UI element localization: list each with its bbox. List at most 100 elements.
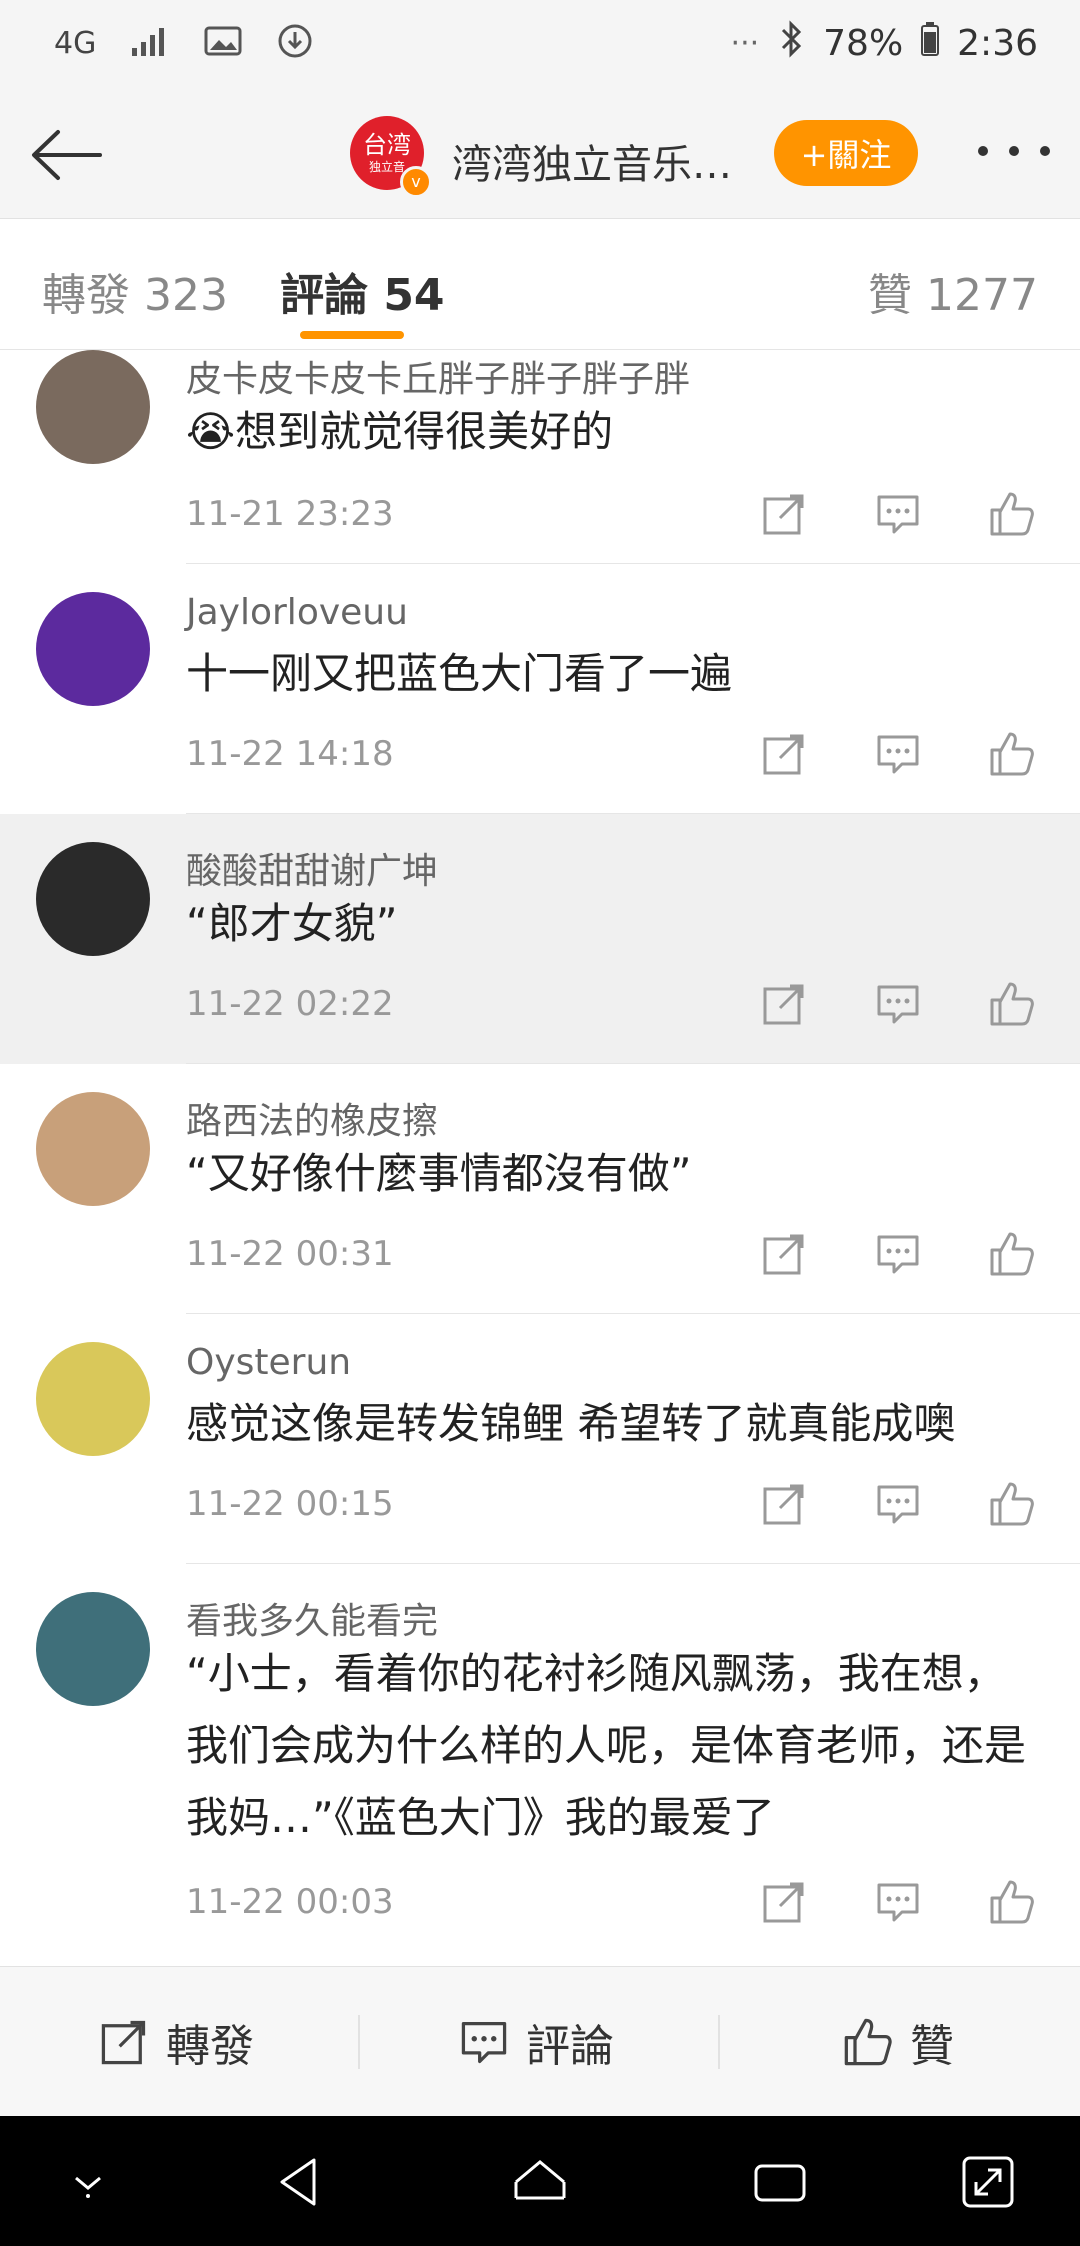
battery-level: 78% (823, 23, 904, 64)
like-icon (844, 2018, 892, 2066)
tab-likes[interactable]: 贊 1277 (868, 259, 1038, 323)
comment-author[interactable]: 皮卡皮卡皮卡丘胖子胖子胖子胖 (186, 350, 690, 402)
comment-item[interactable]: 酸酸甜甜谢广坤 “郎才女貌” 11-22 02:22 (0, 814, 1080, 1064)
share-icon[interactable] (760, 1230, 808, 1278)
chevron-down-icon[interactable] (58, 2152, 118, 2212)
comment-author[interactable]: 酸酸甜甜谢广坤 (186, 842, 438, 894)
repost-button[interactable]: 轉發 (98, 1967, 254, 2117)
more-dot-icon (1009, 146, 1019, 156)
avatar[interactable] (36, 1342, 150, 1456)
comment-item[interactable]: Oysterun 感觉这像是转发锦鲤 希望转了就真能成噢 11-22 00:15 (0, 1314, 1080, 1564)
status-bar: 4G ··· 78% 2:36 (0, 0, 1080, 92)
like-button[interactable]: 贊 (842, 1967, 954, 2117)
avatar[interactable] (36, 1592, 150, 1706)
tab-reposts[interactable]: 轉發 323 (42, 259, 228, 323)
tab-comments[interactable]: 評論 54 (280, 259, 445, 323)
comment-actions (760, 490, 1050, 538)
comment-actions (760, 730, 1050, 778)
comment-actions (760, 980, 1050, 1028)
avatar-subtext: 独立音 (368, 160, 405, 174)
like-icon[interactable] (988, 1230, 1036, 1278)
download-icon (276, 22, 314, 64)
avatar[interactable] (36, 350, 150, 464)
more-dot-icon (978, 146, 988, 156)
comment-icon[interactable] (874, 980, 922, 1028)
like-icon[interactable] (988, 1878, 1036, 1926)
clock: 2:36 (957, 23, 1038, 64)
account-name[interactable]: 湾湾独立音乐… (452, 132, 732, 190)
comment-text: 😭想到就觉得很美好的 (186, 407, 614, 456)
comment-label: 評論 (526, 2021, 614, 2072)
top-nav: 台湾 独立音 v 湾湾独立音乐… +關注 (0, 92, 1080, 219)
image-icon (204, 25, 242, 61)
comment-icon[interactable] (874, 1230, 922, 1278)
comment-time: 11-22 00:03 (186, 1882, 394, 1922)
back-triangle-icon[interactable] (270, 2152, 330, 2212)
comment-author[interactable]: Oysterun (186, 1342, 351, 1383)
status-icons-left: 4G (54, 22, 314, 64)
follow-button[interactable]: +關注 (774, 120, 918, 186)
recents-icon[interactable] (750, 2152, 810, 2212)
bottom-action-bar: 轉發 評論 贊 (0, 1966, 1080, 2117)
bluetooth-icon (777, 20, 805, 67)
repost-label: 轉發 (166, 2021, 254, 2072)
comment-item[interactable]: Jaylorloveuu 十一刚又把蓝色大门看了一遍 11-22 14:18 (0, 564, 1080, 814)
comment-icon (461, 2021, 507, 2064)
comment-list[interactable]: 皮卡皮卡皮卡丘胖子胖子胖子胖 😭想到就觉得很美好的 11-21 23:23 Ja… (0, 350, 1080, 1960)
comment-actions (760, 1480, 1050, 1528)
share-icon[interactable] (760, 1480, 808, 1528)
comment-actions (760, 1878, 1050, 1926)
like-icon[interactable] (988, 1480, 1036, 1528)
more-options-button[interactable] (978, 136, 1050, 166)
arrow-left-icon (32, 130, 102, 180)
comment-actions (760, 1230, 1050, 1278)
separator (358, 2015, 360, 2069)
more-dot-icon (1040, 146, 1050, 156)
comment-time: 11-22 02:22 (186, 984, 394, 1024)
status-icons-right: ··· 78% 2:36 (731, 20, 1038, 67)
share-icon[interactable] (760, 730, 808, 778)
like-icon[interactable] (988, 730, 1036, 778)
like-icon[interactable] (988, 980, 1036, 1028)
overflow-dots: ··· (730, 26, 760, 61)
comment-time: 11-21 23:23 (186, 494, 394, 534)
separator (718, 2015, 720, 2069)
active-tab-indicator (300, 331, 404, 339)
home-icon[interactable] (510, 2152, 570, 2212)
comment-text: “又好像什麼事情都沒有做” (186, 1149, 692, 1198)
comment-icon[interactable] (874, 490, 922, 538)
comment-time: 11-22 00:15 (186, 1484, 394, 1524)
verified-icon: v (400, 166, 432, 198)
comment-icon[interactable] (874, 730, 922, 778)
share-icon[interactable] (760, 490, 808, 538)
comment-author[interactable]: Jaylorloveuu (186, 592, 408, 633)
comment-icon[interactable] (874, 1480, 922, 1528)
signal-icon (130, 24, 170, 62)
avatar[interactable] (36, 1092, 150, 1206)
comment-time: 11-22 00:31 (186, 1234, 394, 1274)
comment-item[interactable]: 路西法的橡皮擦 “又好像什麼事情都沒有做” 11-22 00:31 (0, 1064, 1080, 1314)
share-icon[interactable] (760, 980, 808, 1028)
comment-author[interactable]: 看我多久能看完 (186, 1592, 438, 1644)
rotate-expand-icon[interactable] (958, 2152, 1018, 2212)
comment-text: “郎才女貌” (186, 899, 398, 948)
like-icon[interactable] (988, 490, 1036, 538)
comment-text: 十一刚又把蓝色大门看了一遍 (186, 649, 733, 698)
avatar[interactable] (36, 592, 150, 706)
avatar-text: 台湾 (363, 131, 411, 159)
avatar[interactable] (36, 842, 150, 956)
comment-text: “小士，看着你的花衬衫随风飘荡，我在想，我们会成为什么样的人呢，是体育老师，还是… (186, 1649, 1027, 1842)
comment-text: 感觉这像是转发锦鲤 希望转了就真能成噢 (186, 1399, 956, 1448)
comment-button[interactable]: 評論 (458, 1967, 614, 2117)
comment-icon[interactable] (874, 1878, 922, 1926)
comment-time: 11-22 14:18 (186, 734, 394, 774)
comment-item[interactable]: 皮卡皮卡皮卡丘胖子胖子胖子胖 😭想到就觉得很美好的 11-21 23:23 (0, 350, 1080, 564)
comment-author[interactable]: 路西法的橡皮擦 (186, 1092, 438, 1144)
comment-item[interactable]: 看我多久能看完 “小士，看着你的花衬衫随风飘荡，我在想，我们会成为什么样的人呢，… (0, 1564, 1080, 1960)
system-nav-bar (0, 2116, 1080, 2246)
network-type: 4G (54, 25, 97, 61)
back-button[interactable] (26, 120, 106, 190)
share-icon (101, 2020, 146, 2065)
share-icon[interactable] (760, 1878, 808, 1926)
tab-bar: 轉發 323 評論 54 贊 1277 (0, 219, 1080, 350)
